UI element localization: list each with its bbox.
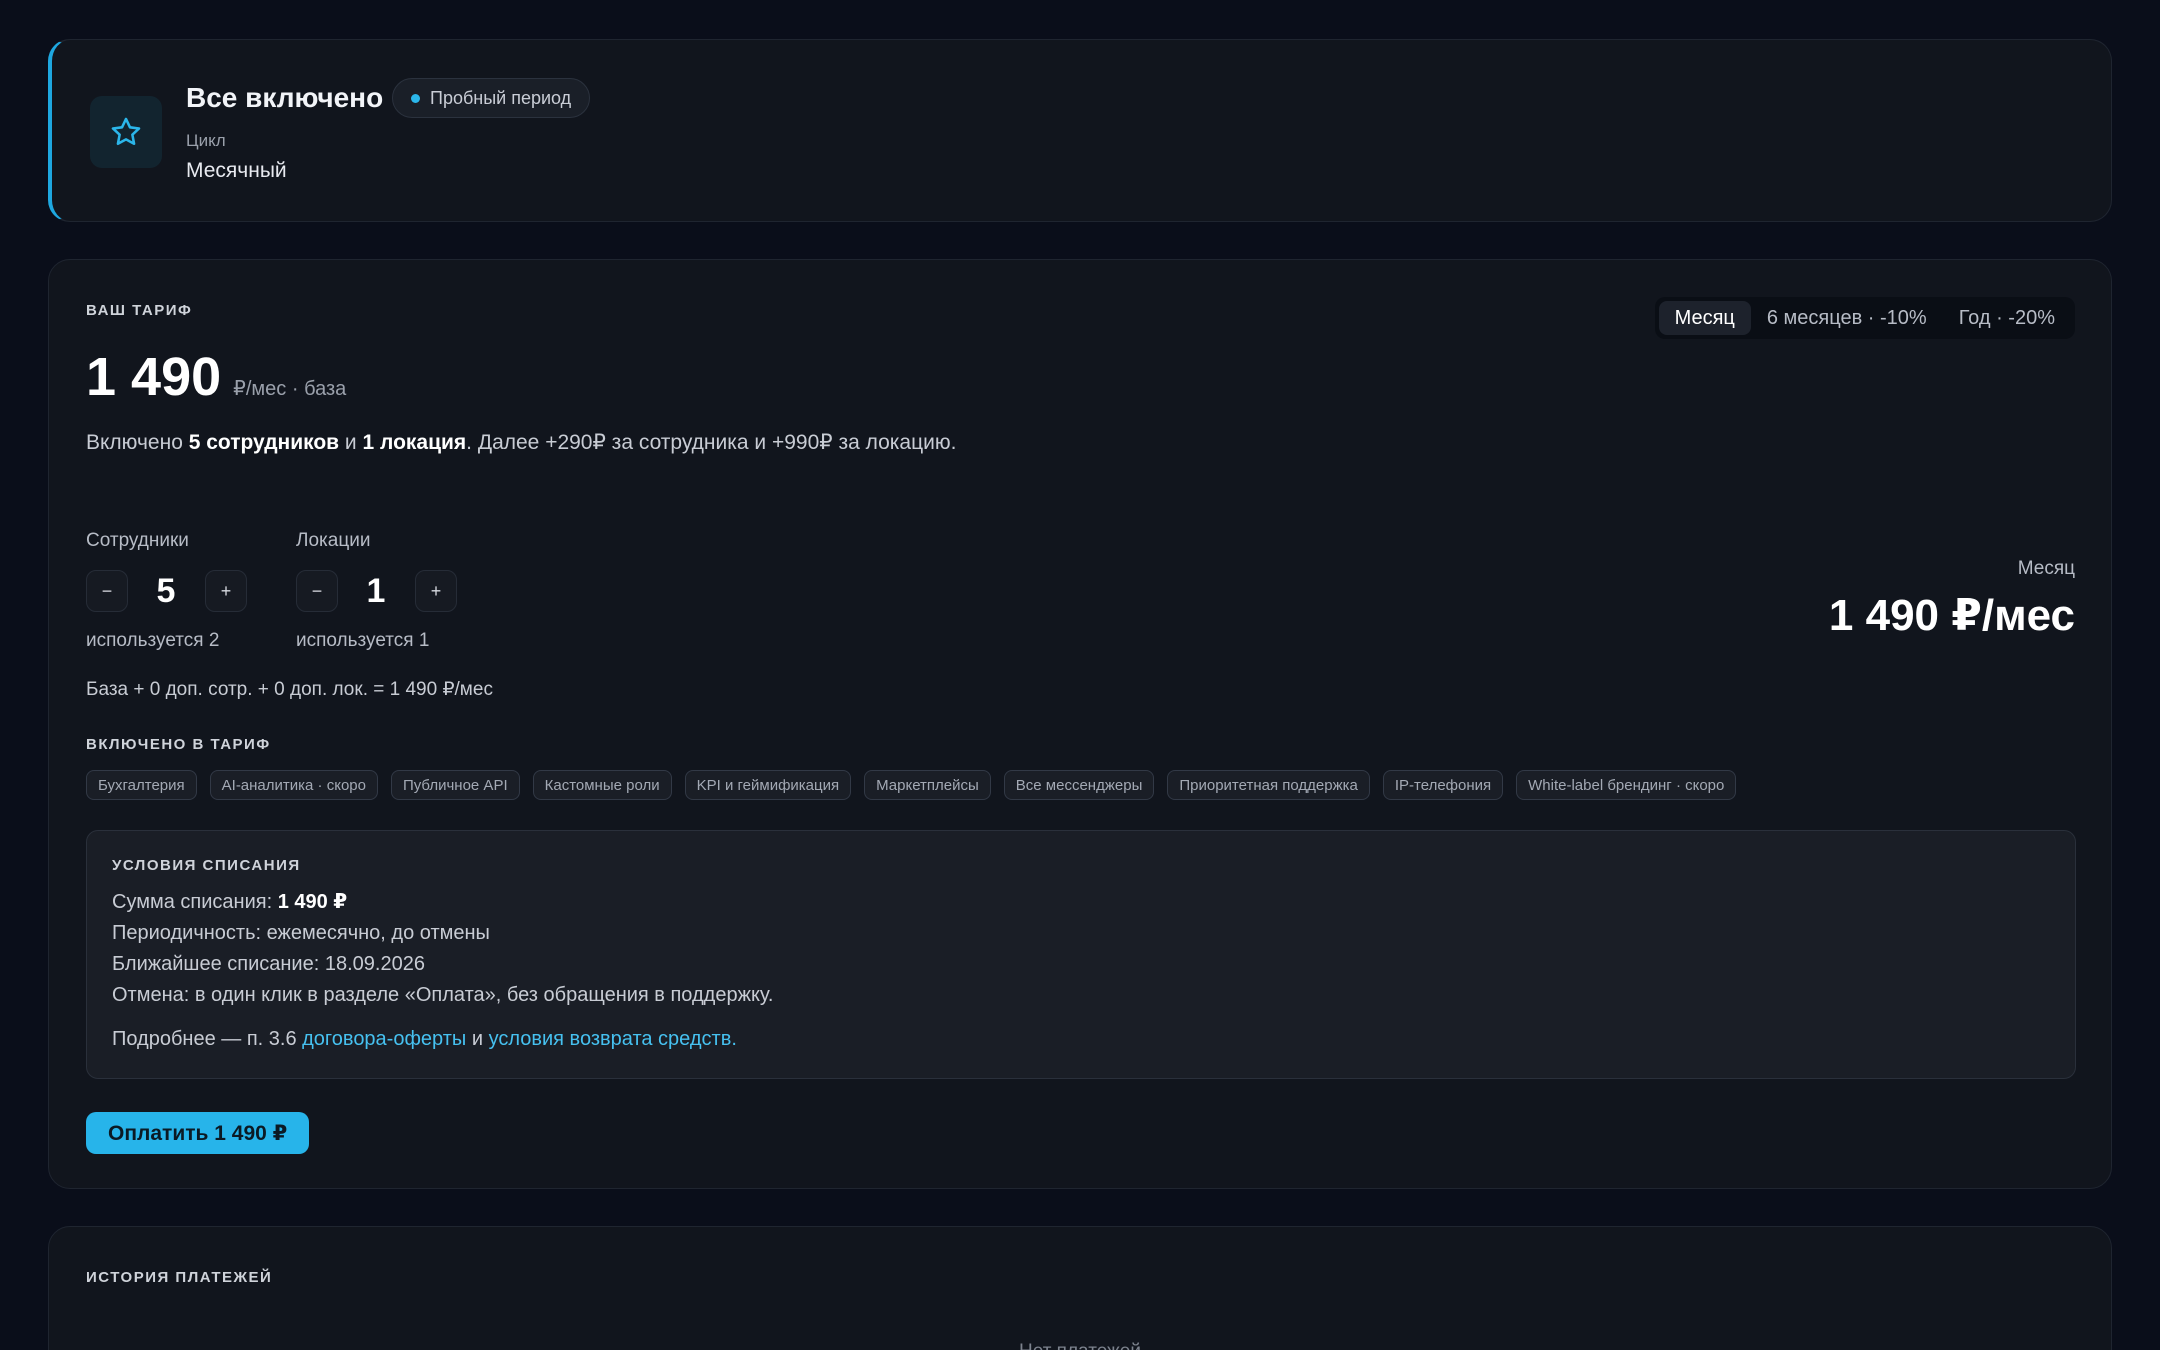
conditions-list: Сумма списания: 1 490 ₽ Периодичность: е…: [112, 887, 773, 1011]
locations-value: 1: [366, 572, 386, 610]
base-price-value: 1 490: [86, 347, 222, 407]
billing-page: Все включено Пробный период Цикл Месячны…: [0, 0, 2160, 1350]
locations-increment-button[interactable]: +: [415, 570, 457, 612]
billing-period-switch: Месяц 6 месяцев · -10% Год · -20%: [1654, 297, 2075, 339]
feature-chip: AI-аналитика · скоро: [209, 770, 378, 800]
star-icon: [90, 96, 162, 168]
included-employees: 5 сотрудников: [188, 431, 340, 454]
history-section-label: ИСТОРИЯ ПЛАТЕЖЕЙ: [86, 1269, 273, 1286]
employees-increment-button[interactable]: +: [205, 570, 247, 612]
condition-amount: Сумма списания: 1 490 ₽: [112, 887, 773, 918]
base-price-suffix: ₽/мес · база: [233, 378, 347, 400]
feature-chip: IP-телефония: [1382, 770, 1504, 800]
cycle-value: Месячный: [186, 159, 287, 182]
condition-amount-label: Сумма списания:: [112, 891, 278, 913]
offer-agreement-link[interactable]: договора-оферты: [302, 1028, 466, 1050]
tariff-card: ВАШ ТАРИФ 1 490 ₽/мес · база Включено 5 …: [48, 259, 2112, 1189]
tariff-section-label: ВАШ ТАРИФ: [86, 302, 193, 319]
billing-conditions: УСЛОВИЯ СПИСАНИЯ Сумма списания: 1 490 ₽…: [86, 830, 2076, 1079]
pay-button[interactable]: Оплатить 1 490 ₽: [86, 1112, 310, 1154]
features-section-label: ВКЛЮЧЕНО В ТАРИФ: [86, 736, 271, 753]
price-formula: База + 0 доп. сотр. + 0 доп. лок. = 1 49…: [86, 679, 493, 700]
included-and: и: [339, 431, 363, 454]
base-price: 1 490 ₽/мес · база: [86, 346, 346, 408]
cycle-label: Цикл: [186, 131, 226, 150]
feature-chips: Бухгалтерия AI-аналитика · скоро Публичн…: [86, 770, 1737, 800]
payment-history-card: ИСТОРИЯ ПЛАТЕЖЕЙ Нет платежей: [48, 1226, 2112, 1350]
trial-badge-label: Пробный период: [430, 87, 572, 108]
conditions-section-label: УСЛОВИЯ СПИСАНИЯ: [112, 857, 301, 874]
refund-terms-link[interactable]: условия возврата средств.: [489, 1028, 737, 1050]
locations-decrement-button[interactable]: −: [296, 570, 338, 612]
condition-next-charge: Ближайшее списание: 18.09.2026: [112, 953, 425, 975]
period-6-months-button[interactable]: 6 месяцев · -10%: [1751, 301, 1943, 335]
period-year-button[interactable]: Год · -20%: [1943, 301, 2071, 335]
price-summary: Месяц 1 490 ₽/мес: [1829, 558, 2075, 641]
locations-used: используется 1: [296, 630, 430, 651]
status-dot-icon: [411, 93, 420, 103]
feature-chip: Публичное API: [390, 770, 520, 800]
employees-label: Сотрудники: [86, 530, 189, 551]
conditions-more-prefix: Подробнее — п. 3.6: [112, 1028, 303, 1050]
included-description: Включено 5 сотрудников и 1 локация. Дале…: [86, 426, 986, 460]
employees-decrement-button[interactable]: −: [86, 570, 128, 612]
feature-chip: Бухгалтерия: [86, 770, 197, 800]
trial-status-badge: Пробный период: [392, 78, 591, 118]
history-empty-state: Нет платежей: [49, 1341, 2111, 1350]
summary-total: 1 490 ₽/мес: [1828, 591, 2075, 640]
conditions-more-and: и: [466, 1028, 489, 1050]
included-suffix: . Далее +290₽ за сотрудника и +990₽ за л…: [466, 431, 957, 454]
feature-chip: White-label брендинг · скоро: [1516, 770, 1737, 800]
employees-used: используется 2: [86, 630, 220, 651]
locations-stepper: − 1 +: [296, 570, 486, 612]
period-month-button[interactable]: Месяц: [1658, 301, 1751, 335]
condition-cancel: Отмена: в один клик в разделе «Оплата», …: [112, 984, 774, 1006]
feature-chip: Кастомные роли: [532, 770, 672, 800]
plan-title: Все включено: [186, 82, 384, 113]
included-locations: 1 локация: [362, 431, 467, 454]
locations-label: Локации: [296, 530, 371, 551]
employees-value: 5: [156, 572, 176, 610]
locations-counter: Локации − 1 + используется 1: [296, 530, 457, 651]
condition-amount-value: 1 490 ₽: [277, 891, 348, 913]
feature-chip: Приоритетная поддержка: [1167, 770, 1370, 800]
employees-counter: Сотрудники − 5 + используется 2: [86, 530, 247, 651]
summary-period: Месяц: [2017, 558, 2075, 579]
employees-stepper: − 5 +: [86, 570, 276, 612]
condition-periodicity: Периодичность: ежемесячно, до отмены: [112, 922, 490, 944]
conditions-more: Подробнее — п. 3.6 договора-оферты и усл…: [112, 1028, 737, 1051]
current-plan-card: Все включено Пробный период Цикл Месячны…: [48, 39, 2112, 222]
feature-chip: KPI и геймификация: [684, 770, 852, 800]
included-prefix: Включено: [86, 431, 189, 454]
feature-chip: Маркетплейсы: [864, 770, 991, 800]
feature-chip: Все мессенджеры: [1003, 770, 1155, 800]
